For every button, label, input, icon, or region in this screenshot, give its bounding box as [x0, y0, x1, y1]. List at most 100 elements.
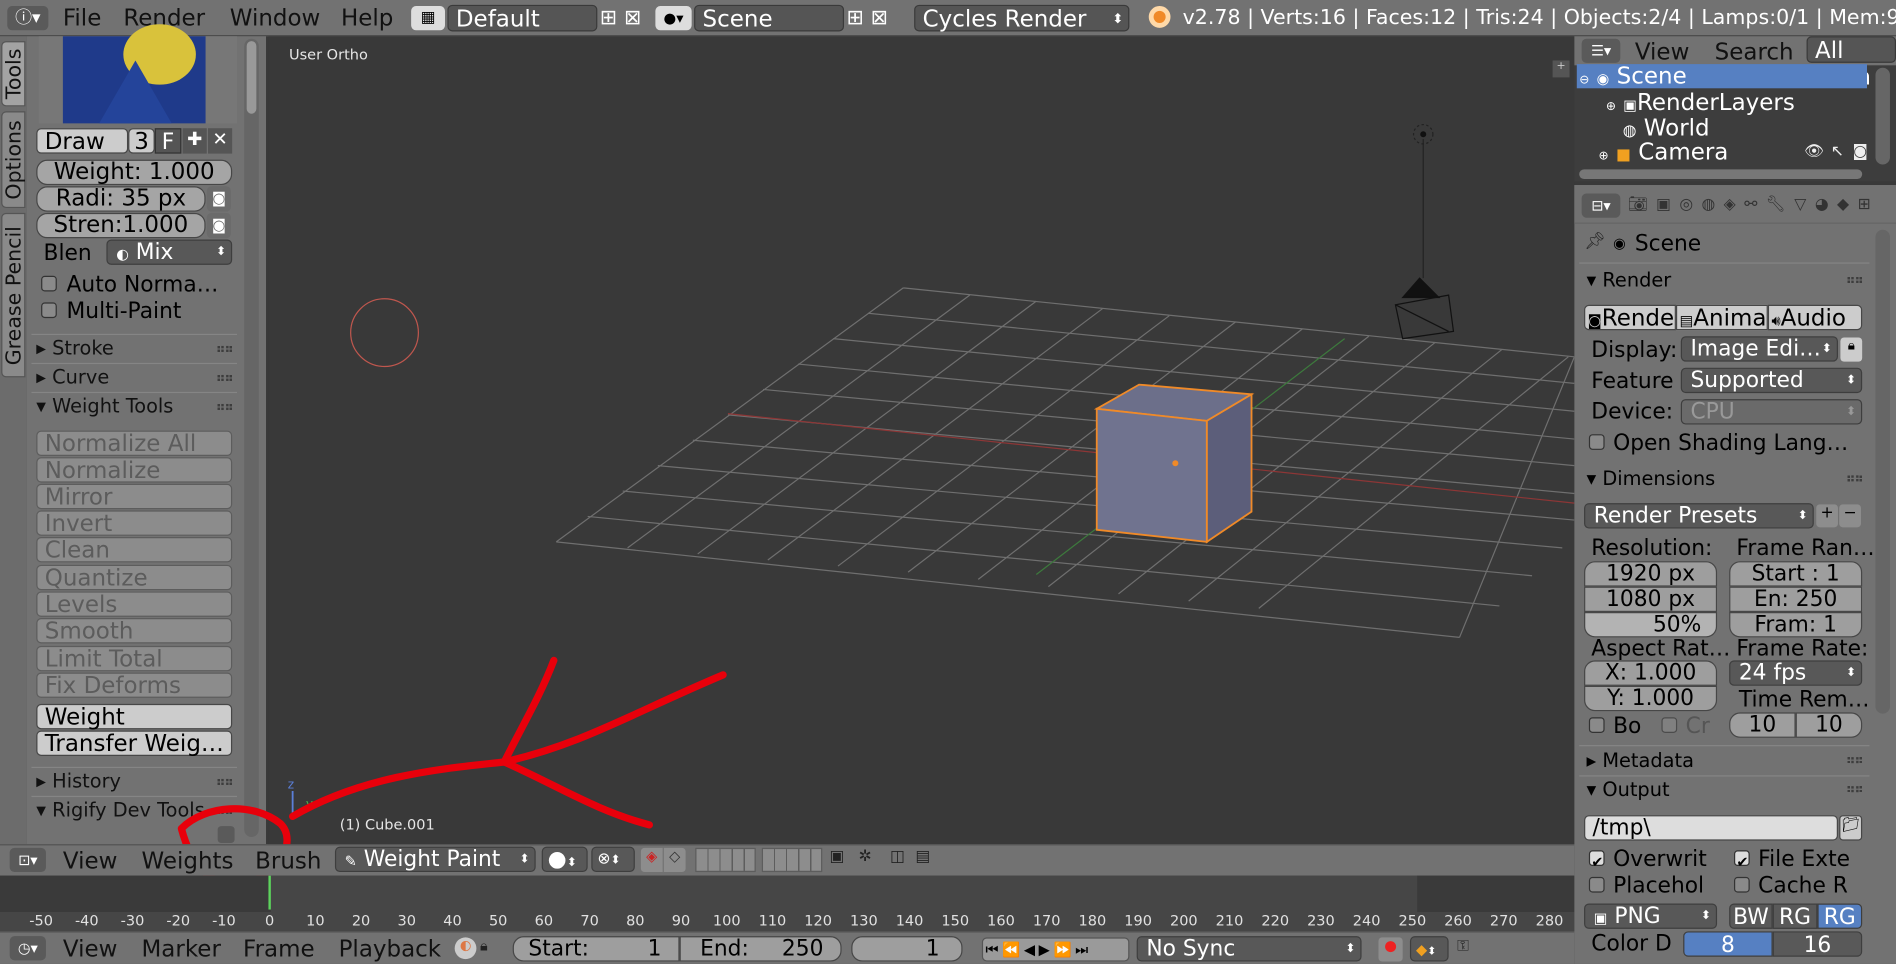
mode-select[interactable]: ✎ Weight Paint ⬍ [334, 846, 536, 873]
properties-context-tabs[interactable]: 📷︎▣◎◍◈⚯🔧︎▽◕◆⊞ [1628, 191, 1896, 220]
file-format-select[interactable]: ▣ PNG ⬍ [1584, 903, 1718, 929]
layers-group-1[interactable] [695, 847, 756, 873]
time-remap-new-field[interactable]: 10 [1795, 712, 1863, 738]
weight-gradient-button[interactable]: Weight Gradient [36, 703, 233, 754]
strength-pressure-icon[interactable]: ◙ [206, 212, 231, 239]
device-select[interactable]: CPU ⬍ [1680, 399, 1863, 425]
outliner-display-mode[interactable]: All Scen [1806, 36, 1896, 91]
render-animation-button[interactable]: ▤Anima [1675, 304, 1768, 330]
record-icon[interactable]: ● [1378, 937, 1403, 962]
sync-select[interactable]: No Sync ⬍ [1136, 936, 1362, 962]
panel-curve[interactable]: ▸ Curve [31, 362, 238, 390]
render-engine-select[interactable]: Cycles Render ⬍ [914, 4, 1130, 33]
shelf-grip-icon[interactable] [217, 826, 235, 844]
editor-type-icon[interactable]: ⊡▾ [9, 847, 46, 873]
fix-deforms-button[interactable]: Fix Deforms [36, 672, 233, 698]
scene-field[interactable]: Scene [694, 4, 845, 33]
keying-set-select[interactable]: ◆⬍ [1409, 936, 1449, 962]
lock-range-icon[interactable]: 🔒︎ [480, 937, 502, 959]
screen-layout-field[interactable]: Default [447, 4, 598, 33]
panel-dimensions-header[interactable]: ▾ Dimensions [1586, 467, 1715, 490]
menu-weights[interactable]: Weights [141, 848, 233, 875]
panel-output-header[interactable]: ▾ Output [1586, 778, 1669, 801]
timeline-menu-view[interactable]: View [63, 936, 118, 963]
outliner-item-world[interactable]: ◍ World [1623, 115, 1710, 142]
frame-start-field[interactable]: Start : 1 [1729, 561, 1863, 587]
render-view-icon[interactable]: ✲ [859, 848, 883, 872]
menu-help[interactable]: Help [341, 5, 393, 32]
clean-button[interactable]: Clean [36, 537, 233, 563]
panel-dimensions-grip[interactable] [1847, 475, 1863, 482]
timeline-menu-frame[interactable]: Frame [243, 936, 315, 963]
feature-set-select[interactable]: Supported ⬍ [1680, 367, 1863, 394]
outliner-item-camera[interactable]: ⊕ ■ Camera [1599, 139, 1729, 166]
render-image-button[interactable]: ◙Rende [1584, 304, 1676, 330]
normalize-button[interactable]: Normalize [36, 457, 233, 483]
color-mode-rgba[interactable]: RG [1817, 903, 1863, 930]
brush-name-field[interactable]: Draw [36, 128, 129, 154]
add-layout-icon[interactable]: ⊞ [600, 6, 622, 30]
render-presets-select[interactable]: Render Presets ⬍ [1584, 503, 1814, 529]
panel-metadata-grip[interactable] [1847, 757, 1863, 764]
resolution-x-field[interactable]: 1920 px [1584, 561, 1718, 587]
cache-result-checkbox[interactable] [1733, 876, 1750, 893]
menu-brush[interactable]: Brush [255, 848, 321, 875]
time-remap-old-field[interactable]: 10 [1729, 712, 1796, 738]
placeholders-checkbox[interactable] [1588, 876, 1605, 893]
resolution-y-field[interactable]: 1080 px [1584, 586, 1718, 613]
file-extensions-checkbox[interactable] [1733, 850, 1750, 867]
properties-vscroll[interactable] [1875, 229, 1890, 714]
frame-rate-select[interactable]: 24 fps ⬍ [1729, 660, 1863, 686]
timeline-menu-marker[interactable]: Marker [141, 936, 220, 963]
frame-end-field[interactable]: En: 250 [1729, 586, 1863, 613]
panel-stroke[interactable]: ▸ Stroke [31, 333, 238, 361]
radius-pressure-icon[interactable]: ◙ [206, 186, 231, 212]
add-brush-icon[interactable]: ✚ [182, 128, 207, 154]
layers-group-2[interactable] [761, 847, 823, 873]
vertex-mask-icon[interactable]: ◇ [663, 847, 686, 873]
outliner-menu-view[interactable]: View [1635, 39, 1690, 66]
playback-controls[interactable]: ⏮⏪◀▶⏩⏭ [981, 937, 1130, 962]
radius-slider[interactable]: Radi: 35 px [36, 186, 206, 212]
menu-view[interactable]: View [63, 848, 118, 875]
color-depth-8[interactable]: 8 [1683, 931, 1773, 958]
3d-viewport[interactable]: User Ortho (1) Cube.001 z y + [268, 36, 1575, 845]
tab-options[interactable]: Options [1, 111, 27, 209]
unlink-brush-icon[interactable]: ✕ [207, 128, 233, 154]
border-checkbox[interactable] [1588, 717, 1605, 733]
smooth-button[interactable]: Smooth [36, 618, 233, 644]
panel-render-grip[interactable] [1847, 276, 1863, 284]
render-audio-button[interactable]: 🔊︎Audio [1767, 304, 1863, 330]
visibility-eye-icon[interactable]: 👁︎ [1804, 143, 1824, 161]
add-preset-icon[interactable]: + [1816, 504, 1838, 528]
start-frame-field[interactable]: Start: 1 [512, 936, 680, 962]
menu-window[interactable]: Window [230, 5, 321, 32]
outliner-vscroll[interactable] [1875, 67, 1890, 165]
aspect-x-field[interactable]: X: 1.000 [1584, 660, 1718, 686]
timeline-menu-playback[interactable]: Playback [339, 936, 442, 963]
panel-weight-tools[interactable]: ▾ Weight Tools [31, 391, 238, 419]
opengl-anim-icon[interactable]: ▤ [915, 848, 939, 872]
opengl-render-icon[interactable]: ◫ [890, 848, 914, 872]
lock-layers-icon[interactable]: ▣ [830, 848, 854, 872]
osl-checkbox[interactable] [1588, 434, 1605, 450]
aspect-y-field[interactable]: Y: 1.000 [1584, 685, 1718, 712]
delete-scene-icon[interactable]: ⊠ [871, 6, 893, 30]
transfer-weights-button[interactable]: Transfer Weig… [36, 730, 233, 756]
outliner-item-renderlayers[interactable]: ⊕ ▣RenderLayers [1606, 90, 1795, 117]
panel-render-header[interactable]: ▾ Render [1586, 269, 1671, 292]
normalize-all-button[interactable]: Normalize All [36, 430, 233, 456]
color-mode-bw[interactable]: BW [1729, 903, 1773, 930]
select-arrow-icon[interactable]: ↖ [1831, 143, 1844, 161]
strength-slider[interactable]: Stren:1.000 [36, 212, 206, 239]
menu-file[interactable]: File [63, 5, 101, 32]
color-depth-16[interactable]: 16 [1772, 931, 1863, 958]
auto-normalize-checkbox[interactable] [41, 275, 57, 292]
outliner-item-scene[interactable]: ⊖ ◉ Scene [1576, 64, 1868, 88]
info-editor-icon[interactable]: ⓘ▾ [7, 6, 49, 31]
invert-button[interactable]: Invert [36, 510, 233, 536]
delete-layout-icon[interactable]: ⊠ [624, 6, 646, 30]
brush-preview[interactable] [38, 24, 238, 124]
render-camera-icon[interactable]: ◙ [1852, 143, 1867, 161]
properties-editor-icon[interactable]: ⊟▾ [1581, 193, 1621, 218]
